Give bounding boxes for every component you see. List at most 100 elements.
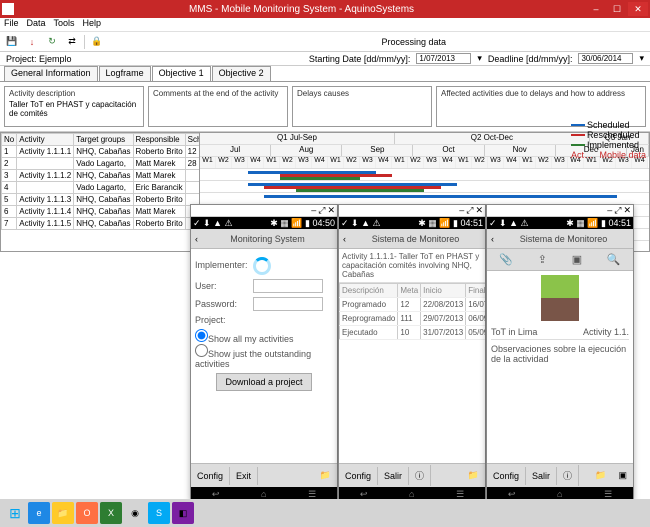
phone1-back-icon[interactable]: ‹ <box>195 234 198 244</box>
menu-help[interactable]: Help <box>83 18 102 31</box>
tab-general[interactable]: General Information <box>4 66 98 81</box>
col-activity[interactable]: Activity <box>17 134 74 146</box>
col-no[interactable]: No <box>2 134 17 146</box>
table-row[interactable]: 7Activity 1.1.1.5NHQ, CabañasRoberto Bri… <box>2 218 201 230</box>
project-row: Project: Ejemplo Starting Date [dd/mm/yy… <box>0 52 650 66</box>
toolbar: 💾 ↓ ↻ ⇄ 🔒 Processing data <box>0 32 650 52</box>
col-responsible[interactable]: Responsible <box>133 134 185 146</box>
phone3-share-icon[interactable]: ⇪ <box>538 253 547 266</box>
phone2-salir-button[interactable]: Salir <box>378 467 409 485</box>
tab-objective-2[interactable]: Objective 2 <box>212 66 271 81</box>
phone1-nav-back-icon[interactable]: ↩ <box>212 489 220 500</box>
refresh-icon[interactable]: ↻ <box>44 34 60 50</box>
phone1-status-icons: ✓ ⬇ ▲ ⚠ <box>193 218 233 229</box>
table-row[interactable]: 1Activity 1.1.1.1NHQ, CabañasRoberto Bri… <box>2 146 201 158</box>
phone1-config-button[interactable]: Config <box>191 467 230 485</box>
phone3-max-icon[interactable]: ⤢ <box>614 206 621 215</box>
grid-left[interactable]: No Activity Target groups Responsible Sc… <box>0 132 200 252</box>
list-item[interactable]: Reprogramado11129/07/201306/09/20 <box>340 312 486 326</box>
window-title: MMS - Mobile Monitoring System - AquinoS… <box>18 4 585 15</box>
menu-file[interactable]: File <box>4 18 19 31</box>
phone3-activity-ref: Activity 1.1. <box>583 327 629 337</box>
deadline-input[interactable] <box>578 53 633 64</box>
minimize-button[interactable]: – <box>586 2 606 16</box>
phone3-config-button[interactable]: Config <box>487 467 526 485</box>
maximize-button[interactable]: ☐ <box>607 2 627 16</box>
table-row[interactable]: 4Vado Lagarto,Eric Barancik <box>2 182 201 194</box>
processing-label: Processing data <box>381 37 446 47</box>
taskbar-outlook-icon[interactable]: O <box>76 502 98 524</box>
list-item[interactable]: Ejecutado1031/07/201305/09/20 <box>340 326 486 340</box>
phone1-radio-all[interactable] <box>195 329 208 342</box>
taskbar-excel-icon[interactable]: X <box>100 502 122 524</box>
save-icon[interactable]: 💾 <box>4 34 20 50</box>
phone3-min-icon[interactable]: – <box>607 206 612 215</box>
export-icon[interactable]: ↓ <box>24 34 40 50</box>
phone1-user-input[interactable] <box>253 279 323 293</box>
phone2-info-icon[interactable]: ⓘ <box>409 465 431 486</box>
download-project-button[interactable]: Download a project <box>216 373 311 391</box>
phone3-camera-icon[interactable]: ▣ <box>572 253 582 266</box>
phone-window-2: –⤢✕ ✓ ⬇ ▲ ⚠✱ ▦ 📶 ▮ 04:51 ‹Sistema de Mon… <box>338 204 486 500</box>
close-button[interactable]: ✕ <box>628 2 648 16</box>
phone1-nav-recent-icon[interactable]: ☰ <box>308 489 316 500</box>
table-row[interactable]: 2Vado Lagarto,Matt Marek28 <box>2 158 201 170</box>
taskbar-ie-icon[interactable]: e <box>28 502 50 524</box>
phone2-max-icon[interactable]: ⤢ <box>466 206 473 215</box>
lock-icon[interactable]: 🔒 <box>89 34 105 50</box>
menubar: File Data Tools Help <box>0 18 650 32</box>
sync-icon[interactable]: ⇄ <box>64 34 80 50</box>
phone1-exit-button[interactable]: Exit <box>230 467 258 485</box>
phone1-folder-icon[interactable]: 📁 <box>314 466 337 485</box>
taskbar-app-icon[interactable]: ◧ <box>172 502 194 524</box>
list-item[interactable]: Programado1222/08/201316/07/20 <box>340 298 486 312</box>
comments-box[interactable]: Comments at the end of the activity <box>148 86 288 127</box>
phone-window-3: –⤢✕ ✓ ⬇ ▲ ⚠✱ ▦ 📶 ▮ 04:51 ‹Sistema de Mon… <box>486 204 634 500</box>
phone1-max-icon[interactable]: ⤢ <box>318 206 325 215</box>
table-row[interactable]: 6Activity 1.1.1.4NHQ, CabañasMatt Marek <box>2 206 201 218</box>
phone3-back-icon[interactable]: ‹ <box>491 234 494 244</box>
table-row[interactable]: 3Activity 1.1.1.2NHQ, CabañasMatt Marek <box>2 170 201 182</box>
phone3-title: Sistema de Monitoreo <box>498 234 629 244</box>
phone2-close-icon[interactable]: ✕ <box>475 206 483 215</box>
tab-strip: General Information Logframe Objective 1… <box>0 66 650 82</box>
phone1-min-icon[interactable]: – <box>311 206 316 215</box>
phone2-config-button[interactable]: Config <box>339 467 378 485</box>
phone2-subtitle: Activity 1.1.1.1- Taller ToT en PHAST y … <box>339 249 485 283</box>
delays-box[interactable]: Delays causes <box>292 86 432 127</box>
phone1-pass-input[interactable] <box>253 297 323 311</box>
phone1-nav-home-icon[interactable]: ⌂ <box>261 489 266 499</box>
loading-spinner-icon <box>253 257 271 275</box>
phone3-photo-thumbnail[interactable] <box>541 275 579 321</box>
phone3-video-icon[interactable]: ▣ <box>612 466 633 485</box>
phone1-close-icon[interactable]: ✕ <box>327 206 335 215</box>
app-icon <box>2 3 14 15</box>
deadline-picker-icon[interactable]: ▾ <box>639 53 644 64</box>
table-row[interactable]: 5Activity 1.1.1.3NHQ, CabañasRoberto Bri… <box>2 194 201 206</box>
menu-data[interactable]: Data <box>27 18 46 31</box>
phone3-notes: Observaciones sobre la ejecución de la a… <box>491 344 629 364</box>
menu-tools[interactable]: Tools <box>54 18 75 31</box>
phone2-min-icon[interactable]: – <box>459 206 464 215</box>
tab-objective-1[interactable]: Objective 1 <box>152 66 211 81</box>
taskbar-chrome-icon[interactable]: ◉ <box>124 502 146 524</box>
phone3-attach-icon[interactable]: 📎 <box>499 253 513 266</box>
phone1-radio-outstanding[interactable] <box>195 344 208 357</box>
start-button[interactable]: ⊞ <box>4 502 26 524</box>
phone1-title: Monitoring System <box>202 234 333 244</box>
taskbar-skype-icon[interactable]: S <box>148 502 170 524</box>
phone3-close-icon[interactable]: ✕ <box>623 206 631 215</box>
phone3-salir-button[interactable]: Salir <box>526 467 557 485</box>
col-target[interactable]: Target groups <box>74 134 133 146</box>
phone3-search-icon[interactable]: 🔍 <box>607 253 621 266</box>
phone3-info-icon[interactable]: ⓘ <box>557 465 579 486</box>
description-row: Activity description Taller ToT en PHAST… <box>0 82 650 132</box>
col-scheduled[interactable]: Scheduled Target <box>185 134 200 146</box>
start-date-input[interactable] <box>416 53 471 64</box>
taskbar-explorer-icon[interactable]: 📁 <box>52 502 74 524</box>
start-date-picker-icon[interactable]: ▾ <box>477 53 482 64</box>
phone2-folder-icon[interactable]: 📁 <box>462 466 485 485</box>
phone3-folder-icon[interactable]: 📁 <box>589 466 612 485</box>
phone2-back-icon[interactable]: ‹ <box>343 234 346 244</box>
tab-logframe[interactable]: Logframe <box>99 66 151 81</box>
